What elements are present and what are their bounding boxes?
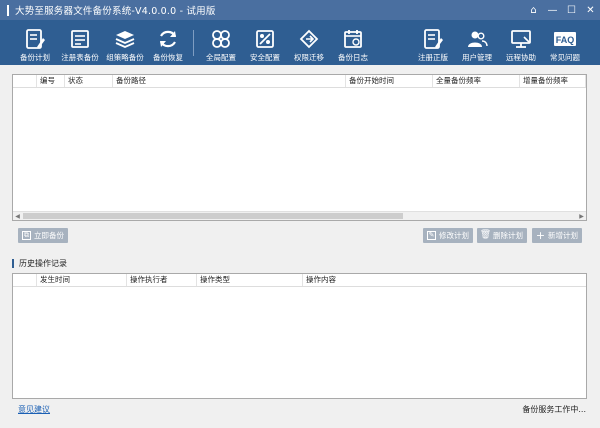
title-bar: 大势至服务器文件备份系统-V4.0.0.0 - 试用版 ⌂ — ☐ ✕ (0, 0, 600, 20)
register-icon (424, 29, 443, 49)
column-header-path[interactable]: 备份路径 (113, 75, 346, 87)
delete-plan-button[interactable]: 🗑 删除计划 (477, 228, 527, 243)
toolbar-remote-assist[interactable]: 远程协助 (498, 20, 544, 65)
trash-icon: 🗑 (479, 230, 492, 240)
toolbar-label: 全局配置 (206, 53, 236, 62)
window-controls: ⌂ — ☐ ✕ (524, 0, 600, 20)
column-header-status[interactable]: 状态 (65, 75, 113, 87)
backup-now-button[interactable]: ⧉ 立即备份 (18, 228, 68, 243)
plan-table-scrollbar[interactable]: ◀ ▶ (13, 211, 586, 220)
column-header-operation-content[interactable]: 操作内容 (303, 274, 586, 286)
close-button[interactable]: ✕ (581, 0, 600, 20)
edit-icon: ✎ (427, 231, 436, 240)
toolbar-label: 注册正版 (418, 53, 448, 62)
column-header-operation-type[interactable]: 操作类型 (197, 274, 303, 286)
home-icon[interactable]: ⌂ (524, 0, 543, 20)
edit-plan-button[interactable]: ✎ 修改计划 (423, 228, 473, 243)
restore-icon (160, 30, 176, 48)
scroll-left-icon[interactable]: ◀ (13, 212, 22, 220)
toolbar-label: 用户管理 (462, 53, 492, 62)
scroll-right-icon[interactable]: ▶ (577, 212, 586, 220)
backup-now-label: 立即备份 (34, 231, 64, 240)
toolbar-backup-log[interactable]: 备份日志 (330, 20, 376, 65)
toolbar-separator (193, 30, 194, 56)
section-marker (12, 259, 14, 268)
calendar-icon (344, 30, 362, 48)
toolbar-permission-migration[interactable]: 权限迁移 (286, 20, 332, 65)
faq-glyph: FAQ (556, 35, 575, 45)
plan-table-header: 编号 状态 备份路径 备份开始时间 全量备份频率 增量备份频率 (13, 75, 586, 88)
column-header-id[interactable]: 编号 (37, 75, 65, 87)
column-header-operator[interactable]: 操作执行者 (127, 274, 197, 286)
column-header-start-time[interactable]: 备份开始时间 (346, 75, 433, 87)
backup-plan-icon (26, 29, 45, 49)
delete-plan-label: 删除计划 (493, 231, 523, 240)
backup-plan-table[interactable]: 编号 状态 备份路径 备份开始时间 全量备份频率 增量备份频率 ◀ ▶ (12, 74, 587, 221)
column-header-time[interactable]: 发生时间 (37, 274, 127, 286)
column-checkbox[interactable] (13, 274, 37, 286)
grid-icon (212, 30, 230, 48)
title-accent (7, 4, 9, 16)
add-plan-label: 新增计划 (548, 231, 578, 240)
minimize-button[interactable]: — (543, 0, 562, 20)
toolbar-label: 权限迁移 (294, 53, 324, 62)
toolbar-security-config[interactable]: 安全配置 (242, 20, 288, 65)
maximize-button[interactable]: ☐ (562, 0, 581, 20)
column-checkbox[interactable] (13, 75, 37, 87)
history-title: 历史操作记录 (19, 259, 67, 268)
feedback-link[interactable]: 意见建议 (18, 404, 50, 415)
layers-icon (115, 31, 135, 48)
toolbar-label: 备份计划 (20, 53, 50, 62)
toolbar-registry-backup[interactable]: 注册表备份 (57, 20, 103, 65)
column-header-full-frequency[interactable]: 全量备份频率 (433, 75, 520, 87)
column-header-incremental-frequency[interactable]: 增量备份频率 (520, 75, 586, 87)
toolbar-group-policy-backup[interactable]: 组策略备份 (102, 20, 148, 65)
toolbar-global-config[interactable]: 全局配置 (198, 20, 244, 65)
history-section-title: 历史操作记录 (12, 258, 67, 269)
registry-icon (71, 30, 89, 48)
toolbar-label: 注册表备份 (61, 53, 99, 62)
toolbar-restore[interactable]: 备份恢复 (145, 20, 191, 65)
remote-icon (511, 30, 531, 48)
toolbar-label: 组策略备份 (106, 53, 144, 62)
add-plan-button[interactable]: + 新增计划 (532, 228, 582, 243)
toolbar-label: 备份日志 (338, 53, 368, 62)
window-title: 大势至服务器文件备份系统-V4.0.0.0 - 试用版 (15, 6, 216, 17)
toolbar-label: 常见问题 (550, 53, 580, 62)
scroll-thumb[interactable] (23, 213, 403, 219)
edit-plan-label: 修改计划 (439, 231, 469, 240)
toolbar-register[interactable]: 注册正版 (410, 20, 456, 65)
migrate-icon (299, 29, 319, 49)
faq-icon: FAQ (554, 32, 576, 46)
toolbar-label: 安全配置 (250, 53, 280, 62)
toolbar-label: 远程协助 (506, 53, 536, 62)
toolbar-user-management[interactable]: 用户管理 (454, 20, 500, 65)
history-table-header: 发生时间 操作执行者 操作类型 操作内容 (13, 274, 586, 287)
toolbar-backup-plan[interactable]: 备份计划 (12, 20, 58, 65)
security-icon (256, 30, 274, 48)
history-table[interactable]: 发生时间 操作执行者 操作类型 操作内容 (12, 273, 587, 399)
main-toolbar: 备份计划 注册表备份 组策略备份 备份恢复 全局配置 安全配置 权限迁移 备份日… (0, 20, 600, 65)
service-status: 备份服务工作中... (522, 405, 586, 414)
toolbar-faq[interactable]: FAQ 常见问题 (542, 20, 588, 65)
users-icon (468, 31, 488, 47)
plus-icon: + (535, 229, 546, 242)
copy-icon: ⧉ (22, 231, 31, 240)
toolbar-label: 备份恢复 (153, 53, 183, 62)
